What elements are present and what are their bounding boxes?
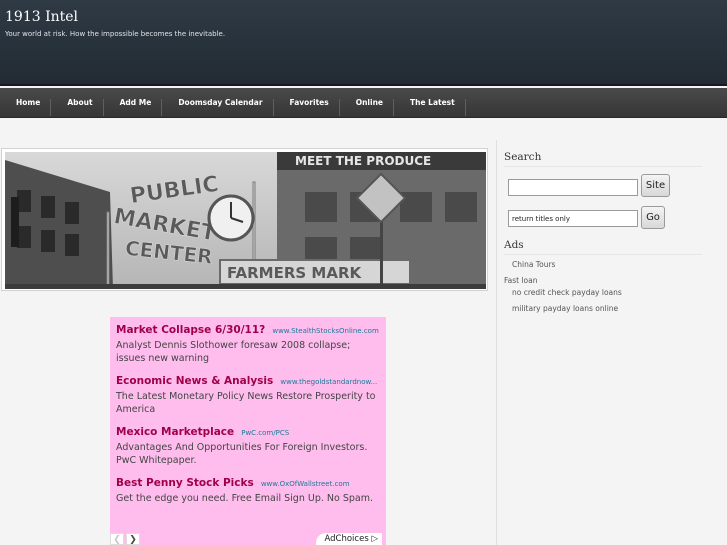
site-search-button[interactable]: Site xyxy=(641,174,670,197)
ad-url[interactable]: www.StealthStocksOnline.com xyxy=(272,327,378,335)
ad-item[interactable]: Economic News & Analysis www.thegoldstan… xyxy=(116,371,380,416)
main-nav: Home About Add Me Doomsday Calendar Favo… xyxy=(0,88,727,118)
sidebar-link[interactable]: Fast loan xyxy=(504,276,537,285)
sign-meet-producer: MEET THE PRODUCE xyxy=(295,154,431,168)
site-title[interactable]: 1913 Intel xyxy=(5,9,78,25)
ad-title[interactable]: Economic News & Analysis xyxy=(116,375,273,387)
ad-url[interactable]: PwC.com/PCS xyxy=(241,429,289,437)
ad-description: The Latest Monetary Policy News Restore … xyxy=(116,391,376,415)
sponsored-links-box: Market Collapse 6/30/11? www.StealthStoc… xyxy=(110,317,386,545)
ad-description: Get the edge you need. Free Email Sign U… xyxy=(116,493,374,504)
sidebar-link[interactable]: no credit check payday loans xyxy=(512,288,622,297)
ad-title[interactable]: Mexico Marketplace xyxy=(116,426,234,438)
ad-description: Advantages And Opportunities For Foreign… xyxy=(116,442,368,466)
sidebar-divider xyxy=(496,140,497,545)
header-banner-frame: MEET THE PRODUCE PUBLIC MARKET CENTER FA… xyxy=(1,148,488,291)
ad-url[interactable]: www.OxOfWallstreet.com xyxy=(261,480,350,488)
ad-url[interactable]: www.thegoldstandardnow... xyxy=(280,378,377,386)
ad-title[interactable]: Best Penny Stock Picks xyxy=(116,477,254,489)
ad-item[interactable]: Best Penny Stock Picks www.OxOfWallstree… xyxy=(116,473,380,505)
nav-the-latest[interactable]: The Latest xyxy=(394,88,466,117)
market-photo-banner: MEET THE PRODUCE PUBLIC MARKET CENTER FA… xyxy=(5,152,486,289)
adchoices-play-icon: ▷ xyxy=(371,534,378,544)
ad-next-arrow-icon[interactable]: ❯ xyxy=(126,533,140,545)
ad-prev-arrow-icon[interactable]: ❮ xyxy=(110,533,124,545)
sign-farmers-market: FARMERS MARK xyxy=(227,264,363,282)
adchoices-badge[interactable]: AdChoices ▷ xyxy=(316,533,382,545)
ads-widget-title: Ads xyxy=(504,239,702,255)
adchoices-label: AdChoices xyxy=(324,534,369,544)
go-button[interactable]: Go xyxy=(641,206,665,229)
ad-title[interactable]: Market Collapse 6/30/11? xyxy=(116,324,265,336)
ad-item[interactable]: Mexico Marketplace PwC.com/PCS Advantage… xyxy=(116,422,380,467)
sidebar-link[interactable]: military payday loans online xyxy=(512,304,618,313)
nav-doomsday-calendar[interactable]: Doomsday Calendar xyxy=(162,88,274,117)
nav-about[interactable]: About xyxy=(51,88,104,117)
nav-online[interactable]: Online xyxy=(340,88,395,117)
nav-favorites[interactable]: Favorites xyxy=(274,88,340,117)
sidebar-link[interactable]: China Tours xyxy=(512,260,555,269)
ad-description: Analyst Dennis Slothower foresaw 2008 co… xyxy=(116,340,351,364)
nav-home[interactable]: Home xyxy=(0,88,52,117)
site-description: Your world at risk. How the impossible b… xyxy=(5,30,226,38)
site-header: 1913 Intel Your world at risk. How the i… xyxy=(0,0,727,86)
return-titles-field[interactable] xyxy=(508,210,638,227)
search-widget-title: Search xyxy=(504,151,702,167)
nav-add-me[interactable]: Add Me xyxy=(104,88,163,117)
search-input[interactable] xyxy=(508,179,638,196)
ad-item[interactable]: Market Collapse 6/30/11? www.StealthStoc… xyxy=(116,320,380,365)
